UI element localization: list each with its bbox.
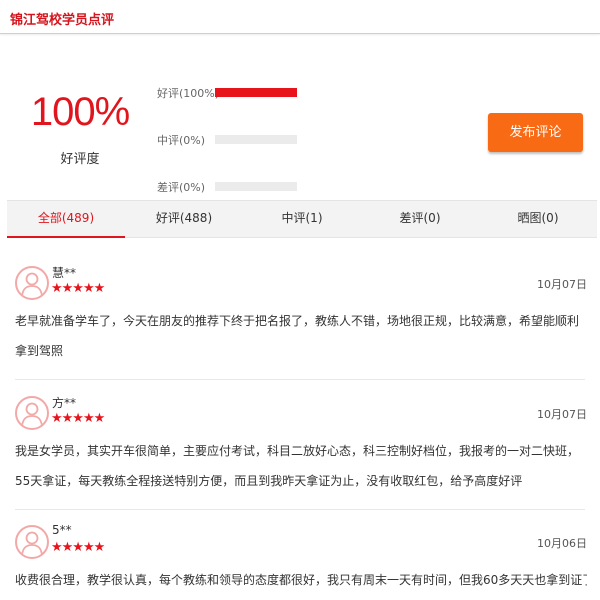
publish-review-button[interactable]: 发布评论 (488, 113, 583, 152)
review-date: 10月07日 (537, 408, 587, 421)
star-rating-icon: ★★★★★ (51, 281, 105, 296)
rating-bar-medium (215, 135, 297, 144)
satisfaction-score: 100% (30, 90, 130, 134)
review-filter-tabs: 全部(489) 好评(488) 中评(1) 差评(0) 晒图(0) (7, 200, 597, 238)
page-title: 锦江驾校学员点评 (10, 13, 115, 28)
user-avatar-icon (15, 266, 49, 300)
reviewer-name: 方** (52, 396, 77, 410)
reviewer-name: 慧** (52, 266, 77, 280)
user-avatar-icon (15, 525, 49, 559)
rating-bar-bad (215, 182, 297, 191)
rating-label-bad: 差评(0%) (157, 181, 206, 194)
review-date: 10月07日 (537, 278, 587, 291)
rating-label-good: 好评(100%) (157, 87, 220, 100)
user-avatar-icon (15, 396, 49, 430)
tab-good[interactable]: 好评(488) (125, 201, 243, 237)
review-divider (15, 509, 585, 510)
rating-fill-good (215, 88, 297, 97)
star-rating-icon: ★★★★★ (51, 411, 105, 426)
review-text: 我是女学员，其实开车很简单，主要应付考试，科目二放好心态，科三控制好档位，我报考… (15, 444, 580, 488)
page-header: 锦江驾校学员点评 (0, 0, 600, 34)
satisfaction-label: 好评度 (60, 152, 100, 167)
review-text: 收费很合理，教学很认真，每个教练和领导的态度都很好，我只有周末一天有时间，但我6… (15, 573, 587, 587)
tab-medium[interactable]: 中评(1) (243, 201, 361, 237)
tab-photos[interactable]: 晒图(0) (479, 201, 597, 237)
tab-all[interactable]: 全部(489) (7, 201, 125, 238)
review-text: 老早就准备学车了，今天在朋友的推荐下终于把名报了，教练人不错，场地很正规，比较满… (15, 314, 580, 358)
review-date: 10月06日 (537, 537, 587, 550)
rating-bar-good (215, 88, 297, 97)
tab-bad[interactable]: 差评(0) (361, 201, 479, 237)
reviewer-name: 5** (52, 523, 72, 537)
star-rating-icon: ★★★★★ (51, 540, 105, 555)
rating-label-medium: 中评(0%) (157, 134, 206, 147)
review-divider (15, 379, 585, 380)
